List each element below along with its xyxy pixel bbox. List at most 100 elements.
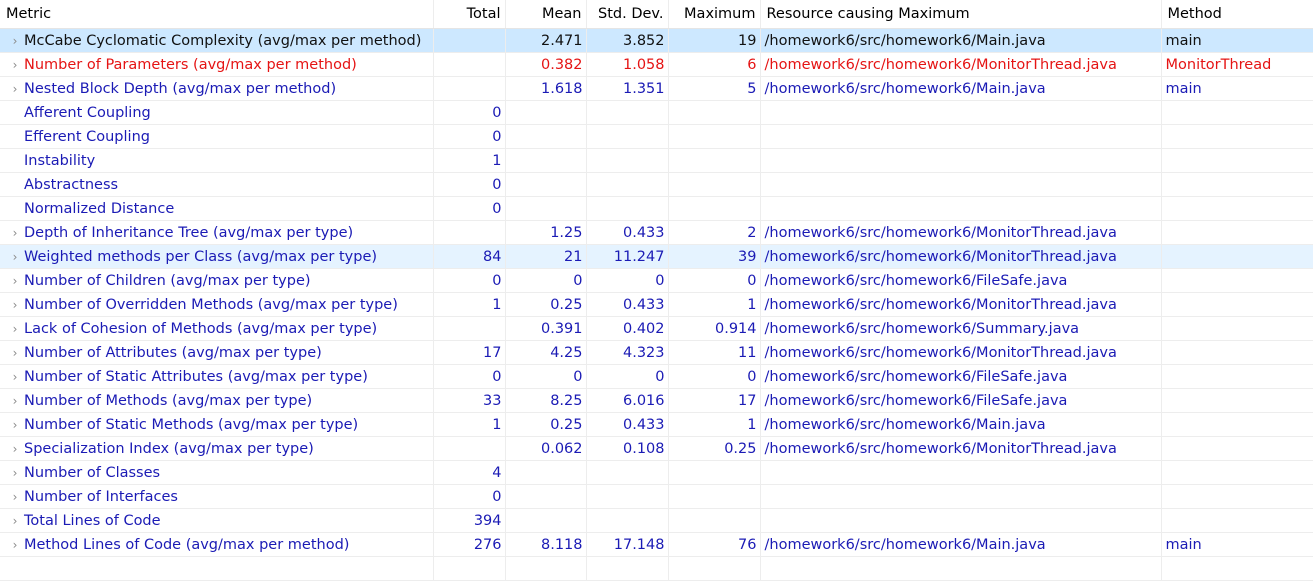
metric-row[interactable]: › Total Lines of Code 394 [0,508,1313,533]
metric-maximum-cell: 2 [668,220,761,245]
expand-chevron-icon[interactable]: › [6,82,24,96]
metric-name-cell: › Number of Static Methods (avg/max per t… [0,412,434,437]
metric-name-cell: › McCabe Cyclomatic Complexity (avg/max p… [0,28,434,53]
metric-maximum-cell: 6 [668,52,761,77]
metric-mean-cell [505,148,587,173]
metric-maximum-cell [668,148,761,173]
column-header-stddev[interactable]: Std. Dev. [586,0,669,29]
metric-method-cell [1161,196,1313,221]
column-header-method[interactable]: Method [1161,0,1313,29]
column-header-mean[interactable]: Mean [505,0,587,29]
metric-maximum-cell [668,124,761,149]
expand-chevron-icon[interactable]: › [6,466,24,480]
metric-method-cell [1161,220,1313,245]
metric-mean-cell: 1.618 [505,76,587,101]
metric-total-cell: 394 [433,508,506,533]
metric-maximum-cell: 1 [668,412,761,437]
metric-stddev-cell [586,148,669,173]
metric-mean-cell: 0 [505,268,587,293]
empty-cell [433,556,506,581]
metric-row[interactable]: › Number of Children (avg/max per type) 0 0… [0,268,1313,293]
expand-chevron-icon[interactable]: › [6,274,24,288]
metric-row[interactable]: Afferent Coupling 0 [0,100,1313,125]
column-header-maximum[interactable]: Maximum [668,0,761,29]
column-header-total[interactable]: Total [433,0,506,29]
metric-method-cell: MonitorThread [1161,52,1313,77]
metric-row[interactable]: › Weighted methods per Class (avg/max per… [0,244,1313,269]
metric-name-cell: › Number of Methods (avg/max per type) [0,388,434,413]
metric-resource-cell [760,508,1162,533]
metric-row[interactable]: › Number of Attributes (avg/max per type)… [0,340,1313,365]
metric-name-cell: › Number of Overridden Methods (avg/max p… [0,292,434,317]
metric-name-cell: Instability [0,148,434,173]
metric-method-cell [1161,460,1313,485]
metric-row[interactable]: Efferent Coupling 0 [0,124,1313,149]
metric-row[interactable]: Abstractness 0 [0,172,1313,197]
metric-name-label: Depth of Inheritance Tree (avg/max per t… [24,224,354,241]
metric-name-label: Normalized Distance [24,200,175,217]
metric-maximum-cell: 11 [668,340,761,365]
metric-maximum-cell: 76 [668,532,761,557]
column-header-resource[interactable]: Resource causing Maximum [760,0,1162,29]
metric-stddev-cell: 4.323 [586,340,669,365]
metric-row[interactable]: › Method Lines of Code (avg/max per metho… [0,532,1313,557]
metric-row[interactable]: Instability 1 [0,148,1313,173]
expand-chevron-icon[interactable]: › [6,370,24,384]
metric-mean-cell: 0 [505,364,587,389]
metric-stddev-cell: 0.402 [586,316,669,341]
expand-chevron-icon[interactable]: › [6,250,24,264]
metric-row[interactable]: › Number of Methods (avg/max per type) 33 8… [0,388,1313,413]
expand-chevron-icon[interactable]: › [6,538,24,552]
empty-cell [505,556,587,581]
metric-stddev-cell: 1.058 [586,52,669,77]
metric-row[interactable]: › Number of Interfaces 0 [0,484,1313,509]
metric-name-cell: › Number of Attributes (avg/max per type) [0,340,434,365]
metric-name-cell: Normalized Distance [0,196,434,221]
metric-total-cell [433,52,506,77]
expand-chevron-icon[interactable]: › [6,322,24,336]
metric-row[interactable]: › Number of Parameters (avg/max per metho… [0,52,1313,77]
metric-row[interactable]: › Specialization Index (avg/max per type)… [0,436,1313,461]
metric-row[interactable]: › Nested Block Depth (avg/max per method)… [0,76,1313,101]
metric-mean-cell [505,172,587,197]
metric-total-cell: 0 [433,484,506,509]
metric-stddev-cell [586,124,669,149]
expand-chevron-icon[interactable]: › [6,226,24,240]
expand-chevron-icon[interactable]: › [6,34,24,48]
metric-method-cell [1161,244,1313,269]
metric-row[interactable]: › Number of Overridden Methods (avg/max p… [0,292,1313,317]
metric-name-label: Method Lines of Code (avg/max per method… [24,536,350,553]
expand-chevron-icon[interactable]: › [6,418,24,432]
metric-maximum-cell: 0.914 [668,316,761,341]
metric-name-label: Lack of Cohesion of Methods (avg/max per… [24,320,378,337]
metric-name-label: Afferent Coupling [24,104,151,121]
expand-chevron-icon[interactable]: › [6,490,24,504]
metric-row[interactable]: › Depth of Inheritance Tree (avg/max per … [0,220,1313,245]
empty-cell [760,556,1162,581]
metric-name-cell: › Weighted methods per Class (avg/max per… [0,244,434,269]
expand-chevron-icon[interactable]: › [6,58,24,72]
metric-total-cell: 33 [433,388,506,413]
metric-row[interactable]: Normalized Distance 0 [0,196,1313,221]
column-header-metric[interactable]: Metric [0,0,434,29]
metric-row[interactable]: › Number of Static Methods (avg/max per t… [0,412,1313,437]
expand-chevron-icon[interactable]: › [6,394,24,408]
metric-name-label: Number of Overridden Methods (avg/max pe… [24,296,398,313]
expand-chevron-icon[interactable]: › [6,514,24,528]
metric-row[interactable]: › Lack of Cohesion of Methods (avg/max pe… [0,316,1313,341]
metric-rows: › McCabe Cyclomatic Complexity (avg/max p… [0,28,1313,581]
metric-name-cell: Afferent Coupling [0,100,434,125]
metric-method-cell [1161,508,1313,533]
expand-chevron-icon[interactable]: › [6,442,24,456]
metric-total-cell: 17 [433,340,506,365]
metric-row[interactable]: › McCabe Cyclomatic Complexity (avg/max p… [0,28,1313,53]
metric-row[interactable]: › Number of Static Attributes (avg/max pe… [0,364,1313,389]
expand-chevron-icon[interactable]: › [6,298,24,312]
header-row: Metric Total Mean Std. Dev. Maximum Reso… [0,0,1313,29]
expand-chevron-icon[interactable]: › [6,346,24,360]
metric-method-cell: main [1161,532,1313,557]
metric-method-cell: main [1161,76,1313,101]
metric-mean-cell [505,484,587,509]
metric-row[interactable]: › Number of Classes 4 [0,460,1313,485]
metric-mean-cell: 0.062 [505,436,587,461]
